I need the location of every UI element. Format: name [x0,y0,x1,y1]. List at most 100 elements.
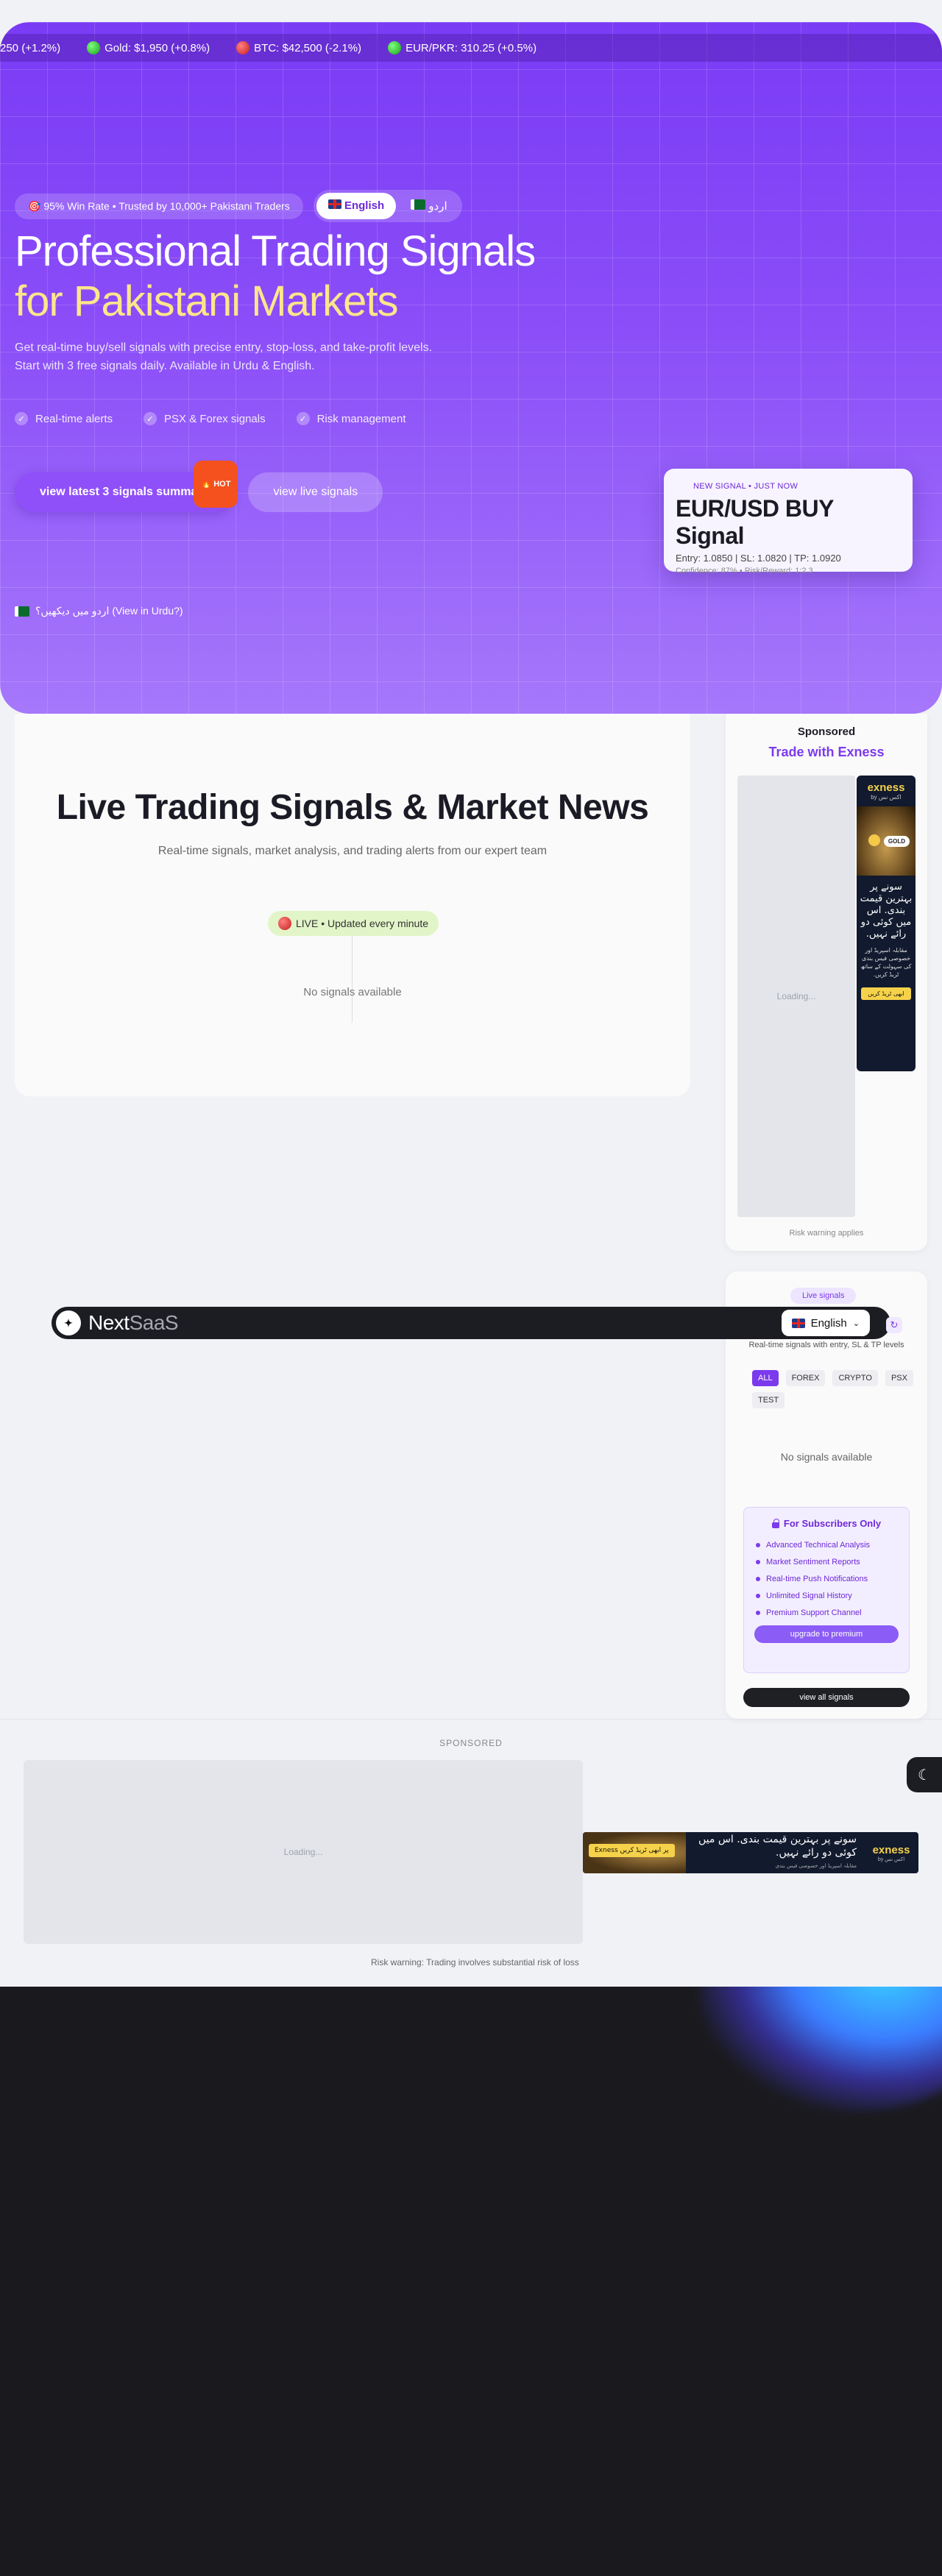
trust-row: 🎯 95% Win Rate • Trusted by 10,000+ Paki… [15,190,462,222]
live-signals-title: Live Trading Signals & Market News [56,788,649,827]
exness-horizontal-banner[interactable]: Exness پر ابھی ٹریڈ کریں سونے پر بہترین … [583,1832,918,1873]
sponsored-label: SPONSORED [439,1738,503,1748]
exness-trade-button[interactable]: Exness پر ابھی ٹریڈ کریں [589,1844,675,1857]
risk-warning: Risk warning: Trading involves substanti… [371,1957,579,1968]
premium-feature-list: Advanced Technical Analysis Market Senti… [754,1541,899,1617]
trust-badge: 🎯 95% Win Rate • Trusted by 10,000+ Paki… [15,193,303,219]
dark-mode-toggle-icon[interactable]: ☾ [907,1757,942,1792]
tab-test[interactable]: TEST [752,1392,785,1408]
subscribers-title-label: For Subscribers Only [783,1518,882,1529]
live-status-badge: LIVE • Updated every minute [268,911,439,936]
exness-headline: سونے پر بہترین قیمت بندی. اس میں کوئی دو… [860,881,913,940]
ad-placeholder: Loading... [24,1760,583,1944]
gold-chip: GOLD [883,836,910,847]
exness-vertical-banner[interactable]: exness by اکس نس GOLD سونے پر بہترین قیم… [857,776,916,1071]
exness-logo-text: exness [872,1843,910,1856]
upgrade-button[interactable]: upgrade to premium [754,1625,899,1643]
exness-banner-text: سونے پر بہترین قیمت بندی. اس میں کوئی دو… [686,1833,864,1873]
premium-feature-item: Premium Support Channel [754,1608,899,1617]
tab-forex[interactable]: FOREX [785,1370,826,1386]
up-indicator-icon [388,41,402,54]
view-summary-button[interactable]: view latest 3 signals summary 🔥 HOT [15,461,238,512]
view-in-urdu-label: اردو میں دیکھیں؟ (View in Urdu?) [35,605,183,617]
exness-logo-sub: by اکس نس [871,794,902,801]
sidebar-sponsored-ad: Sponsored Trade with Exness Loading... e… [726,714,927,1251]
ticker-text: 250 (+1.2%) [0,41,61,54]
exness-subtext: مقابلہ اسپریڈ اور خصوصی فیس بندی کی سہول… [860,947,912,978]
exness-trade-button[interactable]: ابھی ٹریڈ کریں [861,987,911,1000]
brand-logo-icon[interactable]: ✦ [56,1310,81,1335]
feature-item: ✓ Real-time alerts [15,412,113,425]
brand-name[interactable]: NextSaaS [88,1311,179,1335]
gold-coin-icon [868,834,880,846]
refresh-icon[interactable]: ↻ [886,1317,902,1333]
pakistan-flag-icon [411,199,426,210]
view-in-urdu-link[interactable]: اردو میں دیکھیں؟ (View in Urdu?) [15,605,183,617]
hero-title: Professional Trading Signals for Pakista… [15,227,536,327]
lang-english-button[interactable]: English [316,193,397,219]
exness-logo: exness by اکس نس [864,1844,918,1862]
check-icon: ✓ [15,412,28,425]
check-icon: ✓ [144,412,157,425]
pakistan-flag-icon [15,606,29,617]
language-select-label: English [810,1316,847,1330]
up-indicator-icon [87,41,101,54]
view-all-signals-button[interactable]: view all signals [743,1688,910,1707]
hero-title-line1: Professional Trading Signals [15,227,536,275]
ticker-item: Gold: $1,950 (+0.8%) [87,41,210,54]
ticker-item: EUR/PKR: 310.25 (+0.5%) [388,41,536,54]
live-signals-subtitle: Real-time signals with entry, SL & TP le… [748,1341,904,1349]
feature-label: Risk management [316,412,406,425]
premium-feature-item: Real-time Push Notifications [754,1575,899,1583]
exness-logo-sub: by اکس نس [877,1856,905,1862]
language-select[interactable]: English ⌄ [781,1310,870,1336]
sponsored-label: Sponsored [797,725,856,738]
signal-preview-card: NEW SIGNAL • JUST NOW EUR/USD BUY Signal… [664,469,913,575]
down-indicator-icon [236,41,250,54]
live-signals-subtitle: Real-time signals, market analysis, and … [157,845,548,857]
no-signals-message: No signals available [780,1451,873,1463]
language-switch: English اردو [313,190,462,222]
hero-section: 250 (+1.2%) Gold: $1,950 (+0.8%) BTC: $4… [0,22,942,714]
live-status-label: LIVE • Updated every minute [296,918,428,929]
risk-warning: Risk warning applies [789,1229,864,1238]
live-signals-pill: Live signals [790,1288,857,1304]
footer [0,1987,942,2576]
no-signals-message: No signals available [303,986,402,998]
chevron-down-icon: ⌄ [852,1319,860,1328]
hot-badge: 🔥 HOT [194,461,238,508]
uk-flag-icon [791,1318,805,1328]
brand-name-muted: SaaS [129,1311,179,1334]
premium-feature-item: Unlimited Signal History [754,1592,899,1600]
premium-feature-item: Market Sentiment Reports [754,1558,899,1566]
ad-title: Trade with Exness [768,745,885,759]
view-live-signals-button[interactable]: view live signals [248,472,383,512]
exness-banner-headline: سونے پر بہترین قیمت بندی. اس میں کوئی دو… [698,1834,857,1859]
tab-crypto[interactable]: CRYPTO [832,1370,878,1386]
divider-line [352,934,353,1023]
subscribers-title: For Subscribers Only [754,1518,899,1529]
hero-subtitle: Get real-time buy/sell signals with prec… [15,341,433,372]
ticker-text: EUR/PKR: 310.25 (+0.5%) [406,41,537,54]
hero-title-line2: for Pakistani Markets [15,277,399,325]
live-indicator-icon [278,917,291,930]
ad-placeholder: Loading... [737,776,855,1217]
lock-icon [771,1518,779,1528]
tab-psx[interactable]: PSX [885,1370,913,1386]
brand-name-main: Next [88,1311,130,1334]
lang-urdu-button[interactable]: اردو [399,193,459,219]
subscribers-box: For Subscribers Only Advanced Technical … [743,1507,910,1673]
section-divider [0,1719,942,1720]
uk-flag-icon [327,199,341,209]
feature-item: ✓ Risk management [296,412,406,425]
feature-list: ✓ Real-time alerts ✓ PSX & Forex signals… [15,412,406,425]
signal-filter-tabs: ALL FOREX CRYPTO PSX TEST [752,1370,914,1408]
signal-title: EUR/USD BUY Signal [676,495,834,549]
market-ticker: 250 (+1.2%) Gold: $1,950 (+0.8%) BTC: $4… [0,34,942,62]
tab-all[interactable]: ALL [752,1370,779,1386]
signal-confidence: Confidence: 87% • Risk/Reward: 1:2.3 [676,567,813,575]
signal-new-label: NEW SIGNAL • JUST NOW [693,482,798,491]
ticker-item: BTC: $42,500 (-2.1%) [236,41,361,54]
feature-label: PSX & Forex signals [164,412,266,425]
feature-label: Real-time alerts [35,412,113,425]
